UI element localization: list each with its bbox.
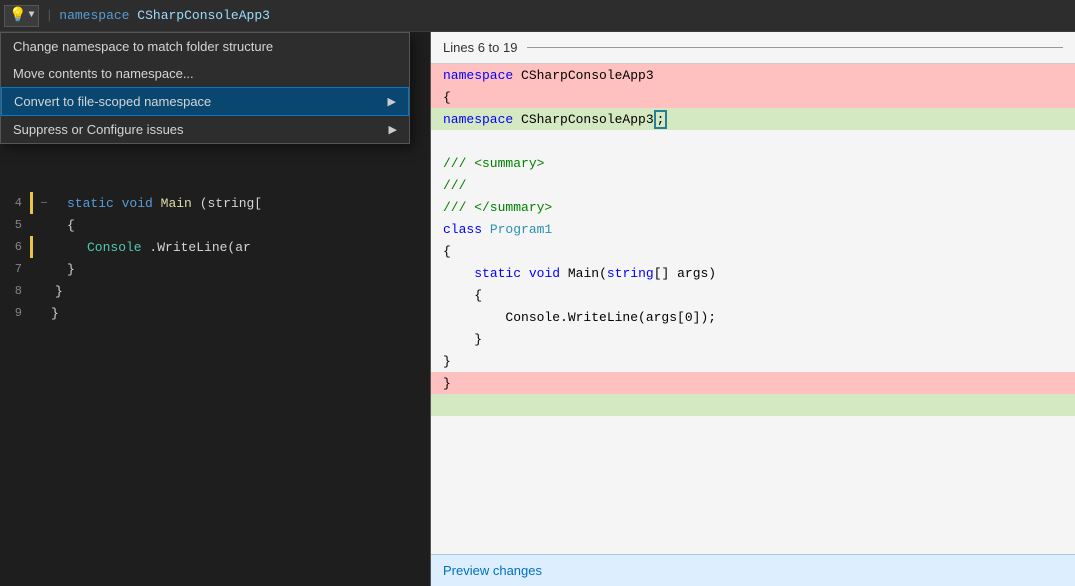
menu-item-change-namespace[interactable]: Change namespace to match folder structu… <box>1 33 409 60</box>
preview-line-method-brace-close: } <box>431 328 1075 350</box>
preview-line-summary-open: /// <summary> <box>431 152 1075 174</box>
separator: | <box>45 8 53 23</box>
menu-item-move-contents[interactable]: Move contents to namespace... <box>1 60 409 87</box>
preview-line-method-brace-open: { <box>431 284 1075 306</box>
line-number-9: 9 <box>0 306 30 320</box>
class-console: Console <box>87 240 142 255</box>
preview-changes-link[interactable]: Preview changes <box>443 563 542 578</box>
code-line-4: 4 — static void Main (string[ <box>0 192 430 214</box>
collapse-button-4[interactable]: — <box>37 198 51 209</box>
yellow-indicator-4 <box>30 192 33 214</box>
line-number-6: 6 <box>0 240 30 254</box>
line-number-7: 7 <box>0 262 30 276</box>
namespace-name-value: CSharpConsoleApp3 <box>137 8 270 23</box>
content-area: Change namespace to match folder structu… <box>0 32 1075 586</box>
preview-code-content: namespace CSharpConsoleApp3 { namespace … <box>431 64 1075 554</box>
cursor: ; <box>654 110 668 129</box>
namespace-display: namespace CSharpConsoleApp3 <box>59 8 270 23</box>
keyword-void: void <box>122 196 153 211</box>
keyword-static: static <box>67 196 114 211</box>
preview-line-removed-3: } <box>431 372 1075 394</box>
code-line-6: 6 Console .WriteLine(ar <box>0 236 430 258</box>
code-editor-lines: 4 — static void Main (string[ 5 <box>0 192 430 586</box>
line-number-5: 5 <box>0 218 30 232</box>
preview-panel: Lines 6 to 19 namespace CSharpConsoleApp… <box>430 32 1075 586</box>
code-line-8: 8 } <box>0 280 430 302</box>
preview-line-added-empty <box>431 394 1075 416</box>
code-panel: Change namespace to match folder structu… <box>0 32 430 586</box>
preview-line-removed-1: namespace CSharpConsoleApp3 <box>431 64 1075 86</box>
preview-line-main: static void Main( string [] args) <box>431 262 1075 284</box>
main-container: 💡 ▼ | namespace CSharpConsoleApp3 Change… <box>0 0 1075 586</box>
line-number-4: 4 <box>0 196 30 210</box>
code-line-5: 5 { <box>0 214 430 236</box>
yellow-indicator-6 <box>30 236 33 258</box>
preview-line-summary-close: /// </summary> <box>431 196 1075 218</box>
preview-line-removed-2: { <box>431 86 1075 108</box>
menu-item-suppress-configure[interactable]: Suppress or Configure issues ▶ <box>1 116 409 143</box>
line-number-8: 8 <box>0 284 30 298</box>
namespace-keyword: namespace <box>59 8 129 23</box>
method-main: Main <box>161 196 192 211</box>
submenu-arrow-icon-2: ▶ <box>389 123 397 136</box>
preview-header-text: Lines 6 to 19 <box>443 40 517 55</box>
preview-header: Lines 6 to 19 <box>431 32 1075 64</box>
context-menu: Change namespace to match folder structu… <box>0 32 410 144</box>
preview-line-added-1: namespace CSharpConsoleApp3; <box>431 108 1075 130</box>
preview-line-class-brace-close: } <box>431 350 1075 372</box>
dropdown-arrow-icon: ▼ <box>28 10 34 21</box>
preview-line-empty-1 <box>431 130 1075 152</box>
code-line-7: 7 } <box>0 258 430 280</box>
lightbulb-icon: 💡 <box>9 7 26 24</box>
submenu-arrow-icon: ▶ <box>388 95 396 108</box>
preview-line-writeline: Console.WriteLine(args[0]); <box>431 306 1075 328</box>
preview-header-line <box>527 47 1063 48</box>
preview-line-summary-mid: /// <box>431 174 1075 196</box>
preview-line-brace-open: { <box>431 240 1075 262</box>
top-bar: 💡 ▼ | namespace CSharpConsoleApp3 <box>0 0 1075 32</box>
lightbulb-button[interactable]: 💡 ▼ <box>4 5 39 27</box>
menu-item-convert-scoped[interactable]: Convert to file-scoped namespace ▶ <box>1 87 409 116</box>
preview-line-class: class Program1 <box>431 218 1075 240</box>
preview-footer: Preview changes <box>431 554 1075 586</box>
code-line-9: 9 } <box>0 302 430 324</box>
